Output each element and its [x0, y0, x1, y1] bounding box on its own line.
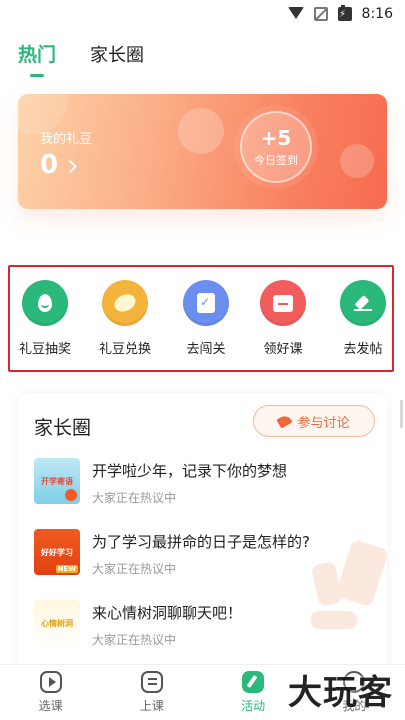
action-beans-lottery[interactable]: 礼豆抽奖 — [10, 280, 80, 357]
nav-select-course[interactable]: 选课 — [0, 665, 101, 720]
bean-icon — [102, 280, 148, 326]
pencil-icon — [340, 280, 386, 326]
scrollbar[interactable] — [400, 400, 403, 428]
topic-thumbnail-text: 开学寄语 — [41, 476, 73, 486]
chevron-right-icon — [64, 159, 77, 173]
daily-checkin-button[interactable]: +5 今日签到 — [240, 111, 312, 183]
new-badge: NEW — [55, 565, 78, 573]
clipboard-icon — [183, 280, 229, 326]
action-beans-exchange[interactable]: 礼豆兑换 — [90, 280, 160, 357]
beans-title: 我的礼豆 — [40, 132, 93, 147]
topic-thumbnail: 开学寄语 — [34, 458, 80, 504]
active-tab-indicator — [30, 74, 44, 77]
topic-thumbnail: 心情树洞 — [34, 600, 80, 646]
checkin-label: 今日签到 — [254, 153, 298, 167]
gift-icon — [260, 280, 306, 326]
topic-title: 为了学习最拼命的日子是怎样的? — [92, 533, 310, 551]
topic-thumbnail-text: 好好学习 — [41, 547, 73, 557]
drop-icon — [22, 280, 68, 326]
parents-circle-card: 家长圈 参与讨论 开学寄语 开学啦少年，记录下你的梦想 大家正在热议中 好好学习… — [18, 393, 387, 693]
top-tabs: 热门 家长圈 — [18, 40, 144, 77]
action-post[interactable]: 去发帖 — [328, 280, 398, 357]
tab-hot[interactable]: 热门 — [18, 40, 57, 77]
topic-status: 大家正在热议中 — [92, 491, 177, 505]
battery-charging-icon — [337, 5, 352, 23]
nav-attend-class[interactable]: 上课 — [101, 665, 202, 720]
topic-item[interactable]: 好好学习 NEW 为了学习最拼命的日子是怎样的? 大家正在热议中 — [34, 529, 374, 587]
action-label: 领好课 — [263, 342, 303, 357]
tab-hot-label: 热门 — [18, 44, 57, 66]
decor-bubble — [178, 108, 224, 154]
tab-parents-circle[interactable]: 家长圈 — [90, 41, 144, 67]
topic-status: 大家正在热议中 — [92, 633, 177, 647]
pen-icon — [276, 413, 294, 429]
topic-thumbnail: 好好学习 NEW — [34, 529, 80, 575]
tab-parents-circle-label: 家长圈 — [90, 45, 145, 66]
action-challenge[interactable]: 去闯关 — [171, 280, 241, 357]
action-label: 去发帖 — [343, 342, 383, 357]
nav-label: 选课 — [38, 699, 63, 713]
topic-thumbnail-text: 心情树洞 — [41, 618, 73, 628]
beans-value: 0 — [40, 150, 59, 180]
topic-title: 来心情树洞聊聊天吧！ — [92, 604, 243, 622]
topic-status: 大家正在热议中 — [92, 562, 177, 576]
action-label: 去闯关 — [186, 342, 226, 357]
action-label: 礼豆抽奖 — [18, 342, 71, 357]
nav-label: 活动 — [241, 699, 266, 713]
no-sim-icon — [313, 7, 328, 21]
join-discussion-label: 参与讨论 — [297, 415, 350, 431]
topic-title: 开学啦少年，记录下你的梦想 — [92, 462, 288, 480]
list-icon — [140, 671, 163, 693]
topic-item[interactable]: 心情树洞 来心情树洞聊聊天吧！ 大家正在热议中 — [34, 600, 374, 658]
flame-icon — [65, 489, 77, 501]
quick-actions: 礼豆抽奖 礼豆兑换 去闯关 领好课 去发帖 — [8, 280, 394, 370]
status-time: 8:16 — [361, 6, 393, 22]
status-bar: 8:16 — [0, 0, 405, 28]
wifi-icon — [287, 7, 304, 21]
action-label: 礼豆兑换 — [98, 342, 151, 357]
activity-icon — [242, 671, 265, 693]
action-get-course[interactable]: 领好课 — [248, 280, 318, 357]
decor-bubble — [340, 144, 374, 178]
play-icon — [39, 671, 62, 693]
join-discussion-button[interactable]: 参与讨论 — [253, 405, 375, 437]
nav-label: 上课 — [139, 699, 164, 713]
watermark: 大玩客 — [288, 673, 393, 713]
parents-circle-title: 家长圈 — [34, 417, 92, 439]
checkin-points: +5 — [260, 125, 292, 150]
topic-item[interactable]: 开学寄语 开学啦少年，记录下你的梦想 大家正在热议中 — [34, 458, 374, 516]
beans-card: 我的礼豆 0 +5 今日签到 — [18, 94, 387, 209]
beans-balance-link[interactable]: 0 — [40, 150, 77, 180]
